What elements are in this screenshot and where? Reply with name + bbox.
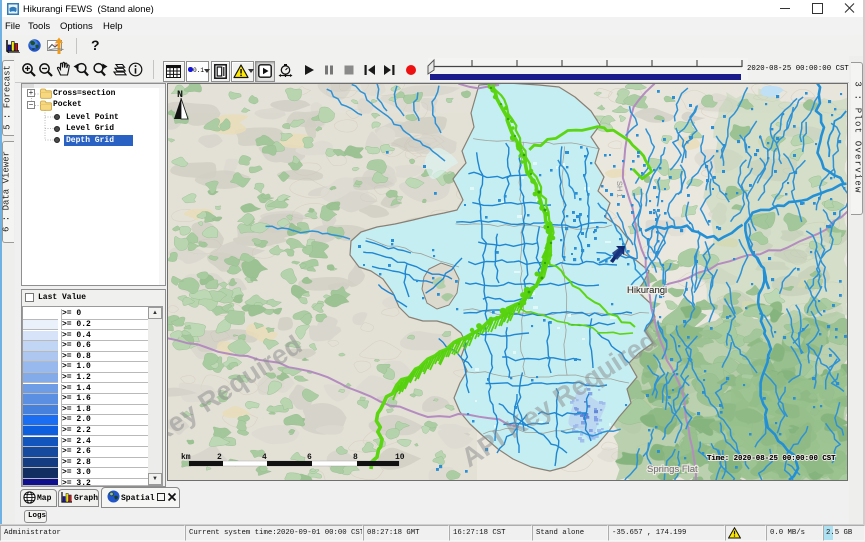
svg-text:Time: 2020-08-25 00:00:00 CST: Time: 2020-08-25 00:00:00 CST bbox=[707, 455, 836, 463]
svg-text:Hikurangi: Hikurangi bbox=[627, 285, 667, 296]
svg-text:km: km bbox=[181, 453, 191, 462]
svg-text:Springs Flat: Springs Flat bbox=[647, 464, 698, 475]
svg-text:8: 8 bbox=[353, 453, 358, 462]
svg-text:4: 4 bbox=[262, 453, 267, 462]
svg-text:SH 1: SH 1 bbox=[615, 181, 625, 198]
svg-text:10: 10 bbox=[395, 453, 405, 462]
svg-text:2: 2 bbox=[217, 453, 222, 462]
svg-text:N: N bbox=[177, 90, 183, 101]
svg-text:6: 6 bbox=[307, 453, 312, 462]
